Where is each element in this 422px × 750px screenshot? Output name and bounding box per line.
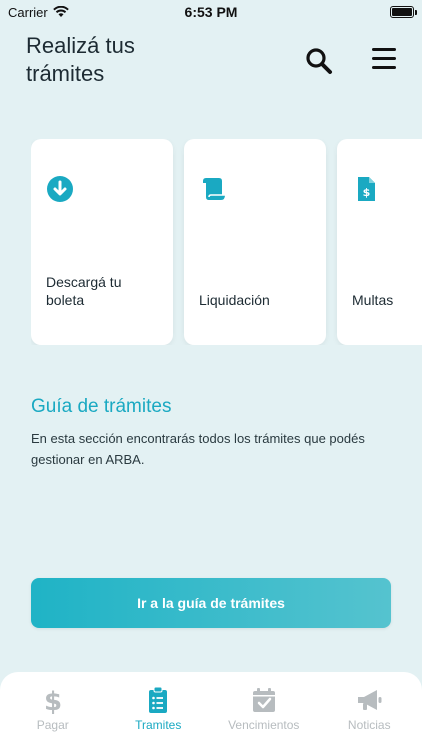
procedure-cards: Descargá tu boleta Liquidación $ Multas	[31, 139, 422, 345]
guide-button[interactable]: Ir a la guía de trámites	[31, 578, 391, 628]
guide-description: En esta sección encontrarás todos los tr…	[31, 431, 365, 467]
menu-line	[372, 48, 396, 51]
tab-noticias[interactable]: Noticias	[319, 686, 419, 750]
tab-label: Tramites	[135, 718, 182, 732]
card-descarga-boleta[interactable]: Descargá tu boleta	[31, 139, 173, 345]
tab-pagar[interactable]: $ Pagar	[3, 686, 103, 750]
guide-title: Guía de trámites	[31, 396, 172, 417]
tab-label: Noticias	[347, 718, 391, 732]
scroll-icon	[203, 178, 225, 200]
card-label: Liquidación	[199, 292, 270, 308]
invoice-dollar-icon: $	[358, 177, 375, 201]
header: Realizá tus trámites	[26, 32, 406, 92]
download-circle-icon	[47, 176, 73, 202]
search-icon	[306, 48, 332, 74]
menu-line	[372, 57, 396, 60]
clipboard-list-icon	[149, 686, 168, 713]
tab-bar: $ Pagar Tramites Vencimientos Noticias	[0, 672, 422, 750]
menu-line	[372, 66, 396, 69]
card-multas[interactable]: $ Multas	[337, 139, 422, 345]
card-liquidacion[interactable]: Liquidación	[184, 139, 326, 345]
svg-text:$: $	[44, 687, 62, 714]
megaphone-icon	[358, 690, 382, 710]
card-label: Descargá tu boleta	[46, 274, 122, 308]
tab-label: Pagar	[36, 718, 69, 732]
carrier-label: Carrier	[8, 4, 48, 20]
tab-label: Vencimientos	[228, 718, 300, 732]
dollar-icon: $	[44, 687, 62, 714]
page-title: Realizá tus trámites	[26, 33, 135, 86]
calendar-check-icon	[252, 688, 275, 712]
svg-text:$: $	[363, 186, 371, 199]
menu-button[interactable]	[372, 48, 396, 70]
status-bar: Carrier 6:53 PM	[0, 0, 422, 24]
tab-vencimientos[interactable]: Vencimientos	[214, 686, 314, 750]
battery-icon	[390, 6, 417, 18]
tab-tramites[interactable]: Tramites	[108, 686, 208, 750]
card-label: Multas	[352, 292, 394, 308]
status-left: Carrier	[8, 5, 69, 20]
wifi-icon	[52, 6, 69, 17]
search-button[interactable]	[304, 46, 334, 76]
